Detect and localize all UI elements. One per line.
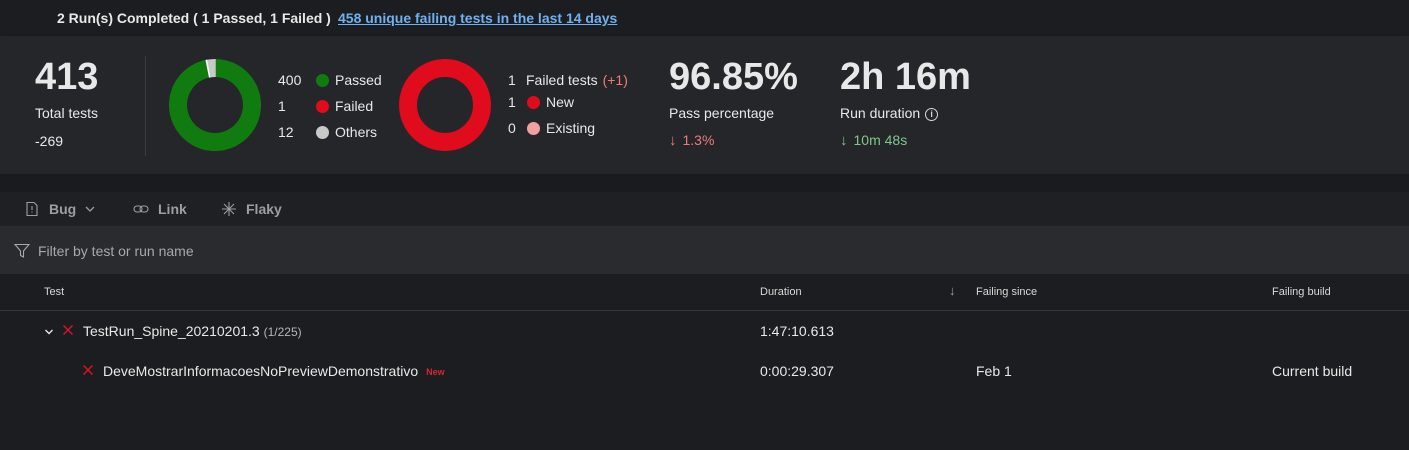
test-run-count: (1/225) xyxy=(263,325,302,339)
test-name: DeveMostrarInformacoesNoPreviewDemonstra… xyxy=(103,363,419,379)
outcome-legend-count: 12 xyxy=(278,124,294,140)
runs-completed-text: 2 Run(s) Completed ( 1 Passed, 1 Failed … xyxy=(57,10,331,26)
column-header-duration[interactable]: Duration xyxy=(760,286,802,298)
outcome-legend-item-others: 12 Others xyxy=(278,124,377,140)
column-header-failing-build[interactable]: Failing build xyxy=(1272,286,1331,298)
failed-tests-header: 1 Failed tests (+1) xyxy=(508,72,628,88)
new-tag: New xyxy=(426,367,445,378)
pass-percentage-label: Pass percentage xyxy=(669,105,775,121)
failing-tests-link[interactable]: 458 unique failing tests in the last 14 … xyxy=(338,10,617,26)
failed-legend-dot-icon xyxy=(527,95,540,109)
outcome-legend-dot-icon xyxy=(316,125,329,139)
failed-x-icon xyxy=(83,365,93,375)
failed-tests-delta: (+1) xyxy=(602,72,628,88)
chevron-down-icon[interactable] xyxy=(44,327,54,337)
flaky-label: Flaky xyxy=(246,201,282,217)
failed-legend-label: Existing xyxy=(546,120,596,136)
chevron-down-icon xyxy=(85,206,95,212)
run-summary-bar: 2 Run(s) Completed ( 1 Passed, 1 Failed … xyxy=(0,0,1409,36)
filter-bar xyxy=(0,226,1409,274)
outcome-legend-count: 400 xyxy=(278,72,302,88)
failed-donut-chart xyxy=(399,59,491,151)
outcome-legend-dot-icon xyxy=(316,73,329,87)
run-duration-delta: ↓ 10m 48s xyxy=(840,132,907,149)
stats-divider xyxy=(145,56,146,156)
outcome-legend-label: Others xyxy=(335,124,378,140)
link-icon xyxy=(133,205,149,213)
info-icon[interactable]: i xyxy=(925,107,939,121)
failed-legend-item-new: 1 New xyxy=(508,94,574,110)
outcome-legend-item-passed: 400 Passed xyxy=(278,72,382,88)
arrow-down-icon: ↓ xyxy=(840,132,848,149)
column-header-failing-since[interactable]: Failing since xyxy=(976,286,1037,298)
failed-tests-label: Failed tests xyxy=(526,72,598,88)
section-gap xyxy=(0,174,1409,192)
filter-input[interactable] xyxy=(36,238,540,264)
outcome-legend-item-failed: 1 Failed xyxy=(278,98,373,114)
total-tests-delta: -269 xyxy=(35,133,64,149)
outcome-legend-count: 1 xyxy=(278,98,286,114)
bug-button[interactable]: Bug xyxy=(24,192,96,226)
outcome-legend-dot-icon xyxy=(316,99,329,113)
pass-percentage-delta: ↓ 1.3% xyxy=(669,132,714,149)
failed-legend-item-existing: 0 Existing xyxy=(508,120,595,136)
run-duration-label: Run duration xyxy=(840,105,921,121)
failing-build: Current build xyxy=(1272,363,1353,379)
sort-descending-icon[interactable]: ↓ xyxy=(949,283,956,298)
run-duration-delta-text: 10m 48s xyxy=(853,132,908,148)
run-duration-value: 2h 16m xyxy=(840,56,971,98)
test-name-cell: DeveMostrarInformacoesNoPreviewDemonstra… xyxy=(103,363,445,379)
pass-percentage-value: 96.85% xyxy=(669,56,798,98)
test-run-name-cell: TestRun_Spine_20210201.3 (1/225) xyxy=(83,323,302,339)
stats-panel: 413 Total tests -269 400 Passed 1 Failed 12 O… xyxy=(0,36,1409,174)
failed-legend-count: 0 xyxy=(508,120,516,136)
test-duration: 0:00:29.307 xyxy=(760,363,834,379)
outcome-legend-label: Failed xyxy=(335,98,374,114)
link-button[interactable]: Link xyxy=(133,192,187,226)
failed-x-icon xyxy=(63,325,73,335)
table-group-row[interactable]: TestRun_Spine_20210201.3 (1/225) 1:47:10… xyxy=(0,311,1409,351)
failed-tests-count: 1 xyxy=(508,72,516,88)
bug-icon xyxy=(26,201,38,217)
total-tests-value: 413 xyxy=(35,56,99,98)
total-tests-label: Total tests xyxy=(35,105,99,121)
run-duration-label-wrap: Run duration i xyxy=(840,105,939,121)
flaky-icon xyxy=(222,202,236,216)
results-table: Test Duration ↓ Failing since Failing bu… xyxy=(0,274,1409,450)
link-label: Link xyxy=(158,201,187,217)
results-toolbar: Bug Link Flaky xyxy=(0,192,1409,226)
table-header: Test Duration ↓ Failing since Failing bu… xyxy=(0,274,1409,311)
outcome-legend-label: Passed xyxy=(335,72,382,88)
test-run-name: TestRun_Spine_20210201.3 xyxy=(83,323,260,339)
failed-legend-label: New xyxy=(546,94,575,110)
outcome-donut-chart xyxy=(169,59,261,151)
filter-icon xyxy=(14,243,30,258)
bug-label: Bug xyxy=(49,201,77,217)
failing-since: Feb 1 xyxy=(976,363,1012,379)
failed-legend-dot-icon xyxy=(527,121,540,135)
test-run-duration: 1:47:10.613 xyxy=(760,323,834,339)
column-header-test[interactable]: Test xyxy=(44,286,64,298)
flaky-button[interactable]: Flaky xyxy=(221,192,282,226)
table-row[interactable]: DeveMostrarInformacoesNoPreviewDemonstra… xyxy=(0,351,1409,391)
failed-legend-count: 1 xyxy=(508,94,516,110)
failed-slice-new xyxy=(399,59,491,151)
pass-percentage-delta-text: 1.3% xyxy=(682,132,715,148)
arrow-down-icon: ↓ xyxy=(669,132,677,149)
